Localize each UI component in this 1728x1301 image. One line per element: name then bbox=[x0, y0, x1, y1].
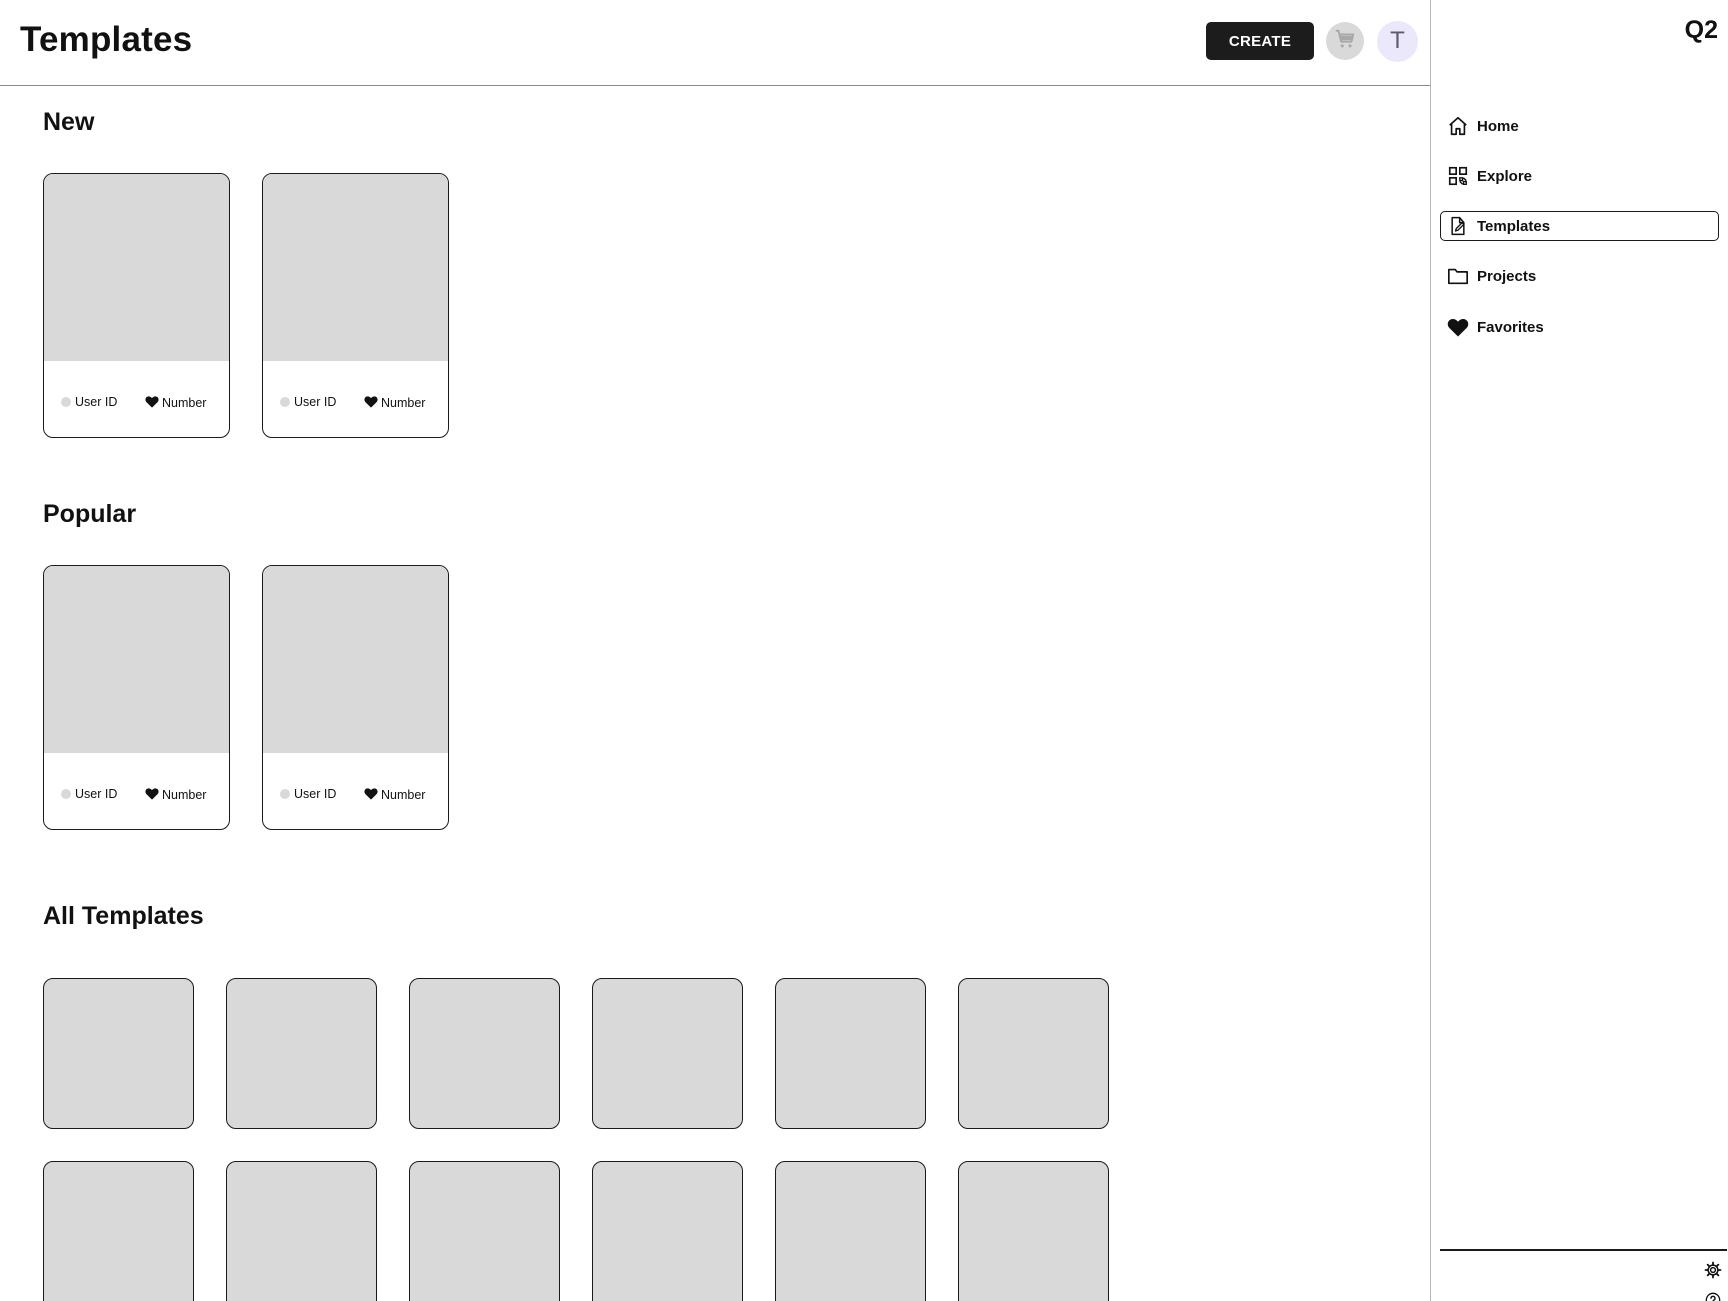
template-tile[interactable] bbox=[409, 978, 560, 1129]
heart-icon bbox=[364, 787, 378, 803]
card-user-id: User ID bbox=[75, 395, 118, 409]
sidebar-item-label: Explore bbox=[1477, 167, 1533, 185]
section-title-new: New bbox=[43, 108, 95, 136]
heart-icon bbox=[1447, 316, 1469, 338]
template-tile[interactable] bbox=[43, 1161, 194, 1301]
template-tile[interactable] bbox=[226, 1161, 377, 1301]
user-avatar-dot bbox=[280, 789, 290, 799]
card-meta: User ID Number bbox=[263, 787, 448, 807]
card-thumbnail bbox=[263, 566, 448, 753]
user-avatar-dot bbox=[61, 397, 71, 407]
top-bar: Templates CREATE T bbox=[0, 0, 1430, 86]
home-icon bbox=[1447, 115, 1469, 137]
user-avatar-dot bbox=[280, 397, 290, 407]
sidebar-item-projects[interactable]: Projects bbox=[1440, 261, 1719, 291]
help-icon[interactable] bbox=[1703, 1290, 1723, 1301]
brand-logo: Q2 bbox=[1684, 16, 1718, 44]
template-tile[interactable] bbox=[226, 978, 377, 1129]
card-user-id: User ID bbox=[294, 787, 337, 801]
template-card[interactable]: User ID Number bbox=[43, 173, 230, 438]
main-content: Templates CREATE T New User ID Number Us… bbox=[0, 0, 1431, 1301]
avatar[interactable]: T bbox=[1377, 21, 1418, 62]
sidebar-item-templates[interactable]: Templates bbox=[1440, 211, 1719, 241]
card-user-id: User ID bbox=[75, 787, 118, 801]
template-tile[interactable] bbox=[775, 1161, 926, 1301]
heart-icon bbox=[145, 395, 159, 411]
section-title-all: All Templates bbox=[43, 902, 204, 930]
user-avatar-dot bbox=[61, 789, 71, 799]
heart-icon bbox=[145, 787, 159, 803]
cart-icon bbox=[1334, 28, 1356, 55]
template-tile[interactable] bbox=[592, 1161, 743, 1301]
sidebar-item-home[interactable]: Home bbox=[1440, 111, 1719, 141]
template-card[interactable]: User ID Number bbox=[43, 565, 230, 830]
sidebar-item-favorites[interactable]: Favorites bbox=[1440, 312, 1719, 342]
folder-icon bbox=[1447, 265, 1469, 287]
sidebar-item-label: Favorites bbox=[1477, 318, 1544, 336]
template-tile[interactable] bbox=[958, 978, 1109, 1129]
cart-button[interactable] bbox=[1326, 22, 1364, 60]
sidebar-item-label: Projects bbox=[1477, 267, 1537, 285]
template-card[interactable]: User ID Number bbox=[262, 565, 449, 830]
card-like-count: Number bbox=[162, 788, 207, 802]
card-like-count: Number bbox=[381, 396, 426, 410]
heart-icon bbox=[364, 395, 378, 411]
template-tile[interactable] bbox=[775, 978, 926, 1129]
gear-icon[interactable] bbox=[1703, 1260, 1723, 1280]
card-thumbnail bbox=[263, 174, 448, 361]
template-tile[interactable] bbox=[958, 1161, 1109, 1301]
template-tile[interactable] bbox=[592, 978, 743, 1129]
card-meta: User ID Number bbox=[44, 395, 229, 415]
explore-icon bbox=[1447, 165, 1469, 187]
section-title-popular: Popular bbox=[43, 500, 137, 528]
card-meta: User ID Number bbox=[263, 395, 448, 415]
card-thumbnail bbox=[44, 174, 229, 361]
card-thumbnail bbox=[44, 566, 229, 753]
template-tile[interactable] bbox=[43, 978, 194, 1129]
sidebar-item-label: Templates bbox=[1477, 217, 1551, 235]
template-card[interactable]: User ID Number bbox=[262, 173, 449, 438]
create-button[interactable]: CREATE bbox=[1206, 22, 1314, 60]
sidebar-divider bbox=[1440, 1249, 1727, 1251]
sidebar-item-explore[interactable]: Explore bbox=[1440, 161, 1719, 191]
card-user-id: User ID bbox=[294, 395, 337, 409]
template-tile[interactable] bbox=[409, 1161, 560, 1301]
card-meta: User ID Number bbox=[44, 787, 229, 807]
sidebar-item-label: Home bbox=[1477, 117, 1519, 135]
sidebar: Q2 Home Explore Templates Projects Favor… bbox=[1432, 0, 1728, 1301]
card-like-count: Number bbox=[162, 396, 207, 410]
page-title: Templates bbox=[20, 20, 193, 59]
template-icon bbox=[1447, 215, 1469, 237]
card-like-count: Number bbox=[381, 788, 426, 802]
